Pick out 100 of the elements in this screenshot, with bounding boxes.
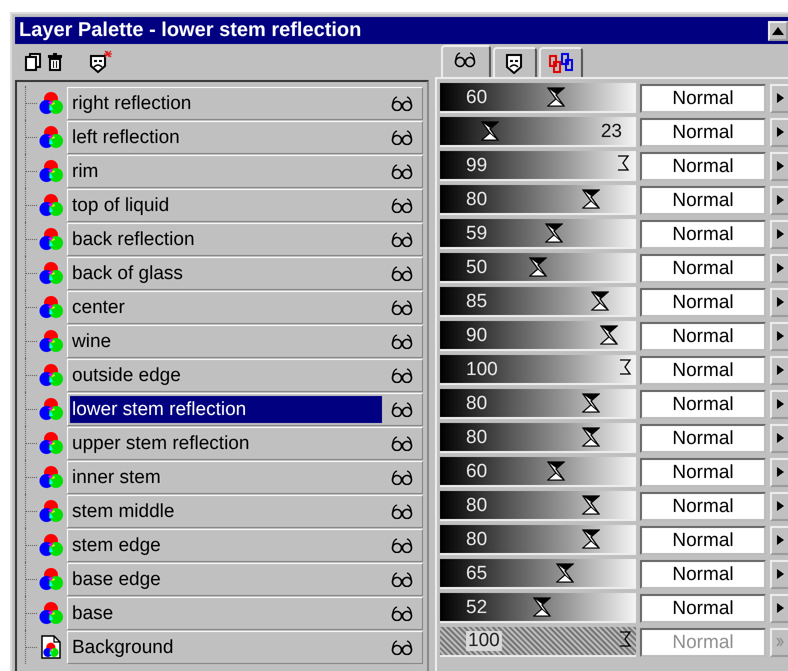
blend-mode-field[interactable]: Normal <box>640 288 766 316</box>
opacity-slider[interactable]: 59 <box>440 219 636 249</box>
slider-thumb[interactable] <box>582 393 600 413</box>
vector-layer-icon <box>39 261 63 285</box>
opacity-value: 80 <box>466 495 488 517</box>
glasses-icon <box>391 401 413 417</box>
opacity-slider[interactable]: 80 <box>440 491 636 521</box>
vector-layer-icon <box>39 91 63 115</box>
opacity-value: 80 <box>466 427 488 449</box>
opacity-value: 80 <box>466 529 488 551</box>
slider-thumb[interactable] <box>529 257 547 277</box>
blend-mode-field[interactable]: Normal <box>640 84 766 112</box>
blend-menu-button[interactable] <box>770 186 788 214</box>
blend-mode-field[interactable]: Normal <box>640 526 766 554</box>
blend-menu-button[interactable] <box>770 322 788 350</box>
opacity-slider[interactable]: 90 <box>440 321 636 351</box>
glasses-icon <box>391 639 413 655</box>
slider-thumb[interactable] <box>591 291 610 311</box>
slider-thumb[interactable] <box>480 121 499 141</box>
linked-frames-icon <box>549 52 573 74</box>
window-title: Layer Palette - lower stem reflection <box>19 19 362 42</box>
glasses-icon <box>391 367 413 383</box>
slider-thumb[interactable] <box>532 597 551 617</box>
slider-thumb[interactable] <box>582 189 600 209</box>
opacity-slider[interactable]: 60 <box>440 457 636 487</box>
glasses-icon <box>391 605 413 621</box>
opacity-value: 85 <box>466 291 488 313</box>
blend-mode-field[interactable]: Normal <box>640 186 766 214</box>
blend-mode-field[interactable]: Normal <box>640 560 766 588</box>
blend-menu-button[interactable] <box>770 594 788 622</box>
panel-tab[interactable] <box>493 47 537 77</box>
rollup-button[interactable] <box>768 20 788 40</box>
blend-mode-field[interactable]: Normal <box>640 458 766 486</box>
trash-icon[interactable] <box>47 53 63 71</box>
opacity-value: 60 <box>466 87 488 109</box>
vector-layer-icon <box>39 159 63 183</box>
blend-menu-button[interactable] <box>770 560 788 588</box>
blend-menu-button[interactable] <box>770 84 788 112</box>
glasses-icon <box>391 163 413 179</box>
blend-mode-field[interactable]: Normal <box>640 594 766 622</box>
blend-menu-button[interactable] <box>770 220 788 248</box>
opacity-value: 23 <box>600 121 622 143</box>
glasses-icon <box>391 265 413 281</box>
slider-thumb[interactable] <box>556 563 574 583</box>
blend-mode-field[interactable]: Normal <box>640 356 766 384</box>
opacity-slider[interactable]: 65 <box>440 559 636 589</box>
blend-menu-button[interactable] <box>770 118 788 146</box>
opacity-value: 60 <box>466 461 488 483</box>
layer-name[interactable]: lower stem reflection <box>70 396 382 422</box>
panel-tab[interactable] <box>441 45 491 77</box>
glasses-icon <box>391 537 413 553</box>
blend-mode-field[interactable]: Normal <box>640 254 766 282</box>
panel-tab[interactable] <box>539 47 583 77</box>
opacity-slider[interactable]: 52 <box>440 593 636 623</box>
new-layer-icon[interactable] <box>25 53 41 71</box>
opacity-slider[interactable]: 50 <box>440 253 636 283</box>
opacity-slider[interactable]: 80 <box>440 525 636 555</box>
vector-layer-icon <box>39 227 63 251</box>
slider-thumb[interactable] <box>600 325 618 345</box>
blend-mode-field[interactable]: Normal <box>640 424 766 452</box>
opacity-value: 52 <box>466 597 488 619</box>
glasses-icon <box>391 571 413 587</box>
blend-menu-button[interactable] <box>770 492 788 520</box>
opacity-value: 65 <box>466 563 488 585</box>
opacity-slider[interactable]: 80 <box>440 389 636 419</box>
blend-mode-field[interactable]: Normal <box>640 118 766 146</box>
opacity-slider[interactable]: 80 <box>440 423 636 453</box>
blend-menu-button[interactable] <box>770 254 788 282</box>
slider-thumb[interactable] <box>582 495 600 515</box>
blend-menu-button[interactable] <box>770 458 788 486</box>
blend-mode-field[interactable]: Normal <box>640 390 766 418</box>
blend-menu-button[interactable] <box>770 356 788 384</box>
blend-menu-button[interactable] <box>770 526 788 554</box>
glasses-icon <box>391 95 413 111</box>
slider-thumb[interactable] <box>582 427 600 447</box>
opacity-slider[interactable]: 85 <box>440 287 636 317</box>
opacity-slider[interactable]: 60 <box>440 83 636 113</box>
blend-mode-field[interactable]: Normal <box>640 322 766 350</box>
opacity-slider[interactable]: 23 <box>440 117 636 147</box>
blend-mode-field[interactable]: Normal <box>640 152 766 180</box>
slider-thumb[interactable] <box>582 529 600 549</box>
slider-thumb[interactable] <box>546 461 565 481</box>
mask-icon[interactable] <box>89 50 113 74</box>
opacity-value: 80 <box>466 189 488 211</box>
opacity-slider[interactable]: 99 <box>440 151 636 181</box>
vector-layer-icon <box>39 329 63 353</box>
opacity-slider[interactable]: 80 <box>440 185 636 215</box>
glasses-icon <box>391 231 413 247</box>
opacity-value: 90 <box>466 325 488 347</box>
slider-thumb[interactable] <box>546 87 565 107</box>
blend-menu-button[interactable] <box>770 390 788 418</box>
blend-menu-button[interactable] <box>770 424 788 452</box>
opacity-slider[interactable]: 100 <box>440 355 636 385</box>
blend-menu-button[interactable] <box>770 288 788 316</box>
glasses-icon <box>391 503 413 519</box>
blend-mode-field[interactable]: Normal <box>640 220 766 248</box>
opacity-value: 99 <box>466 155 488 177</box>
blend-menu-button[interactable] <box>770 152 788 180</box>
blend-mode-field[interactable]: Normal <box>640 492 766 520</box>
slider-thumb[interactable] <box>545 223 564 243</box>
